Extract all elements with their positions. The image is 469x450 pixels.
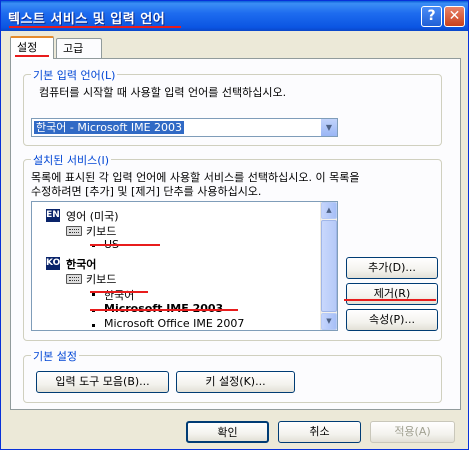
tab-red-underline	[15, 55, 49, 57]
default-language-legend: 기본 입력 언어(L)	[31, 67, 118, 83]
chevron-down-icon[interactable]: ▼	[320, 119, 337, 136]
scroll-up-icon[interactable]: ▲	[321, 202, 337, 219]
red-strike-ime-2003	[90, 309, 238, 311]
properties-button[interactable]: 속성(P)...	[346, 309, 438, 331]
red-strike-us	[90, 244, 160, 246]
red-strike-korean	[90, 291, 148, 293]
installed-services-legend: 설치된 서비스(I)	[31, 152, 112, 168]
tree-item-ime-2007[interactable]: Microsoft Office IME 2007	[104, 317, 244, 330]
installed-services-description-2: 수정하려면 [추가] 및 [제거] 단추를 사용하십시오.	[31, 185, 262, 198]
scroll-down-icon[interactable]: ▼	[321, 313, 337, 330]
installed-services-tree[interactable]: EN 영어 (미국) 키보드 US KO 한국어 키보드 한국어 Microso…	[31, 201, 338, 331]
keyboard-icon	[66, 274, 82, 284]
help-button[interactable]: ?	[421, 6, 442, 27]
window-title: 텍스트 서비스 및 입력 언어	[8, 12, 166, 27]
scroll-thumb[interactable]	[321, 220, 337, 312]
tree-scrollbar[interactable]: ▲ ▼	[320, 202, 337, 330]
tree-item-english[interactable]: 영어 (미국)	[66, 208, 119, 224]
dialog-window: 텍스트 서비스 및 입력 언어 ? ✕ 설정 고급 기본 입력 언어(L) 컴퓨…	[0, 0, 469, 450]
tab-advanced[interactable]: 고급	[56, 38, 102, 59]
default-language-value: 한국어 - Microsoft IME 2003	[34, 121, 185, 134]
bullet-icon	[92, 293, 95, 296]
language-bar-button[interactable]: 입력 도구 모음(B)...	[36, 371, 169, 393]
remove-button[interactable]: 제거(R)	[346, 283, 438, 305]
cancel-button[interactable]: 취소	[278, 421, 361, 443]
tree-item-ko-layout[interactable]: 한국어	[104, 287, 134, 303]
red-underline-remove	[344, 299, 436, 301]
ko-language-badge: KO	[46, 257, 61, 270]
key-settings-button[interactable]: 키 설정(K)...	[176, 371, 295, 393]
en-language-badge: EN	[46, 209, 60, 222]
apply-button[interactable]: 적용(A)	[370, 421, 455, 443]
default-language-select[interactable]: 한국어 - Microsoft IME 2003 ▼	[31, 118, 338, 137]
close-button[interactable]: ✕	[444, 6, 465, 27]
default-language-description: 컴퓨터를 시작할 때 사용할 입력 언어를 선택하십시오.	[39, 86, 287, 99]
ok-button[interactable]: 확인	[186, 421, 269, 443]
add-button[interactable]: 추가(D)...	[346, 257, 438, 279]
preferences-legend: 기본 설정	[31, 348, 79, 364]
tree-item-en-keyboard[interactable]: 키보드	[86, 223, 116, 239]
keyboard-icon	[66, 226, 82, 236]
tree-item-korean[interactable]: 한국어	[66, 256, 96, 272]
title-red-underline	[9, 26, 181, 28]
bullet-icon	[92, 324, 95, 327]
tree-item-ko-keyboard[interactable]: 키보드	[86, 271, 116, 287]
